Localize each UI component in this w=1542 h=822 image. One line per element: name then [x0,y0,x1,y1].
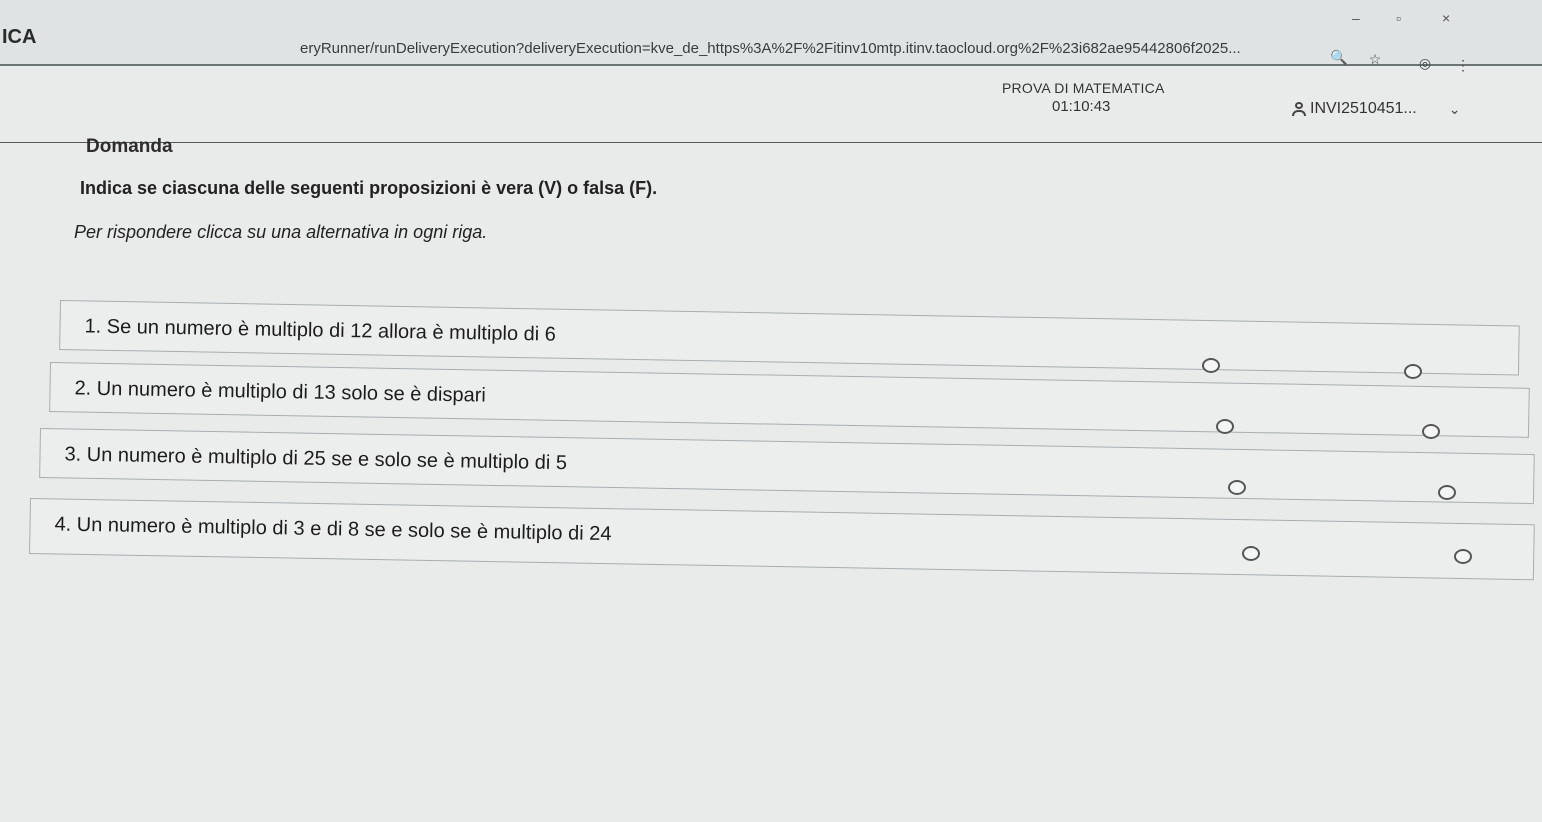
row-2-false-radio[interactable] [1422,424,1440,439]
row-4-true-radio[interactable] [1242,546,1260,561]
chevron-down-icon[interactable]: ⌄ [1449,101,1461,118]
exam-timer: 01:10:43 [1052,98,1111,115]
row-statement: 1. Se un numero è multiplo di 12 allora … [84,315,557,346]
question-row-4: 4. Un numero è multiplo di 3 e di 8 se e… [29,498,1535,581]
minimize-icon[interactable]: – [1352,10,1360,26]
restore-icon[interactable]: ▫ [1396,10,1401,26]
question-row-1: 1. Se un numero è multiplo di 12 allora … [59,300,1520,376]
address-bar[interactable]: eryRunner/runDeliveryExecution?deliveryE… [300,40,1310,57]
user-id: INVI2510451... [1310,100,1417,117]
section-title: Domanda [86,136,173,157]
row-statement: 3. Un numero è multiplo di 25 se e solo … [64,443,568,475]
row-1-false-radio[interactable] [1404,364,1422,379]
user-icon [1292,102,1306,116]
row-4-false-radio[interactable] [1454,549,1472,564]
row-statement: 2. Un numero è multiplo di 13 solo se è … [74,377,486,407]
question-row-3: 3. Un numero è multiplo di 25 se e solo … [39,428,1535,505]
question-hint: Per rispondere clicca su una alternativa… [74,222,488,242]
close-icon[interactable]: × [1442,10,1450,26]
row-2-true-radio[interactable] [1216,419,1234,434]
browser-toolbar: ICA eryRunner/runDeliveryExecution?deliv… [0,0,1542,73]
user-menu[interactable]: INVI2510451... ⌄ [1292,100,1460,118]
exam-header: PROVA DI MATEMATICA 01:10:43 INVI2510451… [0,66,1542,143]
tab-title[interactable]: ICA [2,26,36,49]
row-3-true-radio[interactable] [1228,480,1246,495]
zoom-icon[interactable]: 🔍 [1330,48,1348,66]
row-1-true-radio[interactable] [1202,358,1220,373]
question-row-2: 2. Un numero è multiplo di 13 solo se è … [49,362,1530,438]
question-instruction: Indica se ciascuna delle seguenti propos… [80,178,658,198]
exam-title: PROVA DI MATEMATICA [1002,80,1165,96]
row-3-false-radio[interactable] [1438,485,1456,500]
row-statement: 4. Un numero è multiplo di 3 e di 8 se e… [54,513,612,546]
